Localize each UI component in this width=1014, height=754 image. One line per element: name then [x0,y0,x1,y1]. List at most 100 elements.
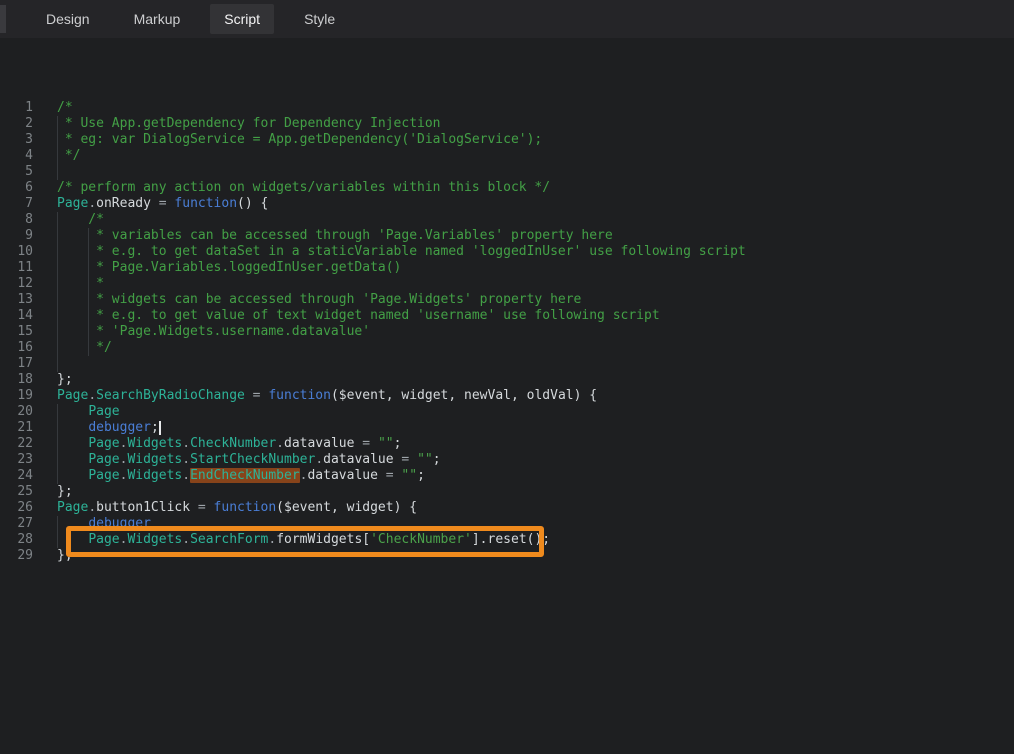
line-number: 26 [0,500,38,516]
code-area[interactable]: 1/*2 * Use App.getDependency for Depende… [0,100,1014,564]
code-line-content[interactable]: Page.button1Click = function($event, wid… [38,500,1014,516]
code-line-content[interactable] [38,164,1014,180]
indent-guide [57,260,58,276]
code-token: button1Click [96,500,190,515]
tab-markup[interactable]: Markup [120,4,195,34]
code-token: function [214,500,277,515]
line-number: 3 [0,132,38,148]
code-line[interactable]: 13 * widgets can be accessed through 'Pa… [0,292,1014,308]
code-token: . [315,452,323,467]
code-line-content[interactable]: /* [38,100,1014,116]
tab-style[interactable]: Style [290,4,349,34]
code-line[interactable]: 28 Page.Widgets.SearchForm.formWidgets['… [0,532,1014,548]
code-line-content[interactable]: Page.Widgets.SearchForm.formWidgets['Che… [38,532,1014,548]
code-line[interactable]: 25}; [0,484,1014,500]
code-line-content[interactable]: * Page.Variables.loggedInUser.getData() [38,260,1014,276]
code-token: * 'Page.Widgets.username.datavalue' [57,324,370,339]
code-line[interactable]: 7Page.onReady = function() { [0,196,1014,212]
code-line-content[interactable]: * 'Page.Widgets.username.datavalue' [38,324,1014,340]
indent-guide [57,532,58,548]
indent-guide [57,516,58,532]
code-line[interactable]: 22 Page.Widgets.CheckNumber.datavalue = … [0,436,1014,452]
code-line[interactable]: 29}; [0,548,1014,564]
code-line-content[interactable]: * e.g. to get dataSet in a staticVariabl… [38,244,1014,260]
code-line[interactable]: 20 Page [0,404,1014,420]
code-line-content[interactable]: * widgets can be accessed through 'Page.… [38,292,1014,308]
code-line-content[interactable] [38,356,1014,372]
code-line-content[interactable]: */ [38,340,1014,356]
code-line-content[interactable]: */ [38,148,1014,164]
code-line[interactable]: 8 /* [0,212,1014,228]
line-number: 6 [0,180,38,196]
tab-script[interactable]: Script [210,4,274,34]
code-line-content[interactable]: /* [38,212,1014,228]
code-line[interactable]: 2 * Use App.getDependency for Dependency… [0,116,1014,132]
code-token: SearchForm [190,532,268,547]
collapsed-panel-strip[interactable] [0,5,6,33]
line-number: 22 [0,436,38,452]
code-line[interactable]: 24 Page.Widgets.EndCheckNumber.datavalue… [0,468,1014,484]
code-line[interactable]: 1/* [0,100,1014,116]
code-line-content[interactable]: Page.onReady = function() { [38,196,1014,212]
code-line[interactable]: 18}; [0,372,1014,388]
code-line-content[interactable]: /* perform any action on widgets/variabl… [38,180,1014,196]
code-line-content[interactable]: }; [38,548,1014,564]
code-token: = [378,468,401,483]
line-number: 11 [0,260,38,276]
indent-guide [57,436,58,452]
code-line[interactable]: 6/* perform any action on widgets/variab… [0,180,1014,196]
indent-guide [57,468,58,484]
line-number: 19 [0,388,38,404]
tab-bar: Design Markup Script Style [0,0,1014,38]
code-line-content[interactable]: Page.Widgets.CheckNumber.datavalue = ""; [38,436,1014,452]
script-code-editor[interactable]: 1/*2 * Use App.getDependency for Depende… [0,38,1014,754]
code-line[interactable]: 23 Page.Widgets.StartCheckNumber.dataval… [0,452,1014,468]
code-line-content[interactable]: * Use App.getDependency for Dependency I… [38,116,1014,132]
code-token: Widgets [127,452,182,467]
code-token: = [354,436,377,451]
code-token: Page [57,196,88,211]
code-line-content[interactable]: * [38,276,1014,292]
code-line[interactable]: 4 */ [0,148,1014,164]
code-token: function [268,388,331,403]
code-line[interactable]: 16 */ [0,340,1014,356]
code-token [57,532,88,547]
code-line-content[interactable]: debugger [38,516,1014,532]
code-line[interactable]: 3 * eg: var DialogService = App.getDepen… [0,132,1014,148]
code-line-content[interactable]: * e.g. to get value of text widget named… [38,308,1014,324]
code-line[interactable]: 14 * e.g. to get value of text widget na… [0,308,1014,324]
code-line[interactable]: 26Page.button1Click = function($event, w… [0,500,1014,516]
line-number: 12 [0,276,38,292]
code-line-content[interactable]: * eg: var DialogService = App.getDepende… [38,132,1014,148]
code-line[interactable]: 27 debugger [0,516,1014,532]
code-line-content[interactable]: Page.Widgets.StartCheckNumber.datavalue … [38,452,1014,468]
code-line[interactable]: 5 [0,164,1014,180]
code-token: Page [88,452,119,467]
code-line-content[interactable]: * variables can be accessed through 'Pag… [38,228,1014,244]
tab-design[interactable]: Design [32,4,104,34]
code-line[interactable]: 19Page.SearchByRadioChange = function($e… [0,388,1014,404]
code-line-content[interactable]: Page [38,404,1014,420]
code-line[interactable]: 21 debugger; [0,420,1014,436]
code-token: SearchByRadioChange [96,388,245,403]
code-line[interactable]: 11 * Page.Variables.loggedInUser.getData… [0,260,1014,276]
line-number: 4 [0,148,38,164]
code-line[interactable]: 9 * variables can be accessed through 'P… [0,228,1014,244]
code-line-content[interactable]: Page.Widgets.EndCheckNumber.datavalue = … [38,468,1014,484]
code-line[interactable]: 10 * e.g. to get dataSet in a staticVari… [0,244,1014,260]
code-line-content[interactable]: Page.SearchByRadioChange = function($eve… [38,388,1014,404]
code-token: . [182,452,190,467]
line-number: 24 [0,468,38,484]
code-line-content[interactable]: }; [38,484,1014,500]
code-line-content[interactable]: debugger; [38,420,1014,436]
code-token: * e.g. to get value of text widget named… [57,308,660,323]
code-line[interactable]: 12 * [0,276,1014,292]
code-token: }; [57,548,73,563]
code-line-content[interactable]: }; [38,372,1014,388]
code-scroller[interactable]: 1/*2 * Use App.getDependency for Depende… [0,38,1014,754]
code-line[interactable]: 17 [0,356,1014,372]
code-token: Page [88,468,119,483]
code-token: ; [151,420,159,435]
line-number: 1 [0,100,38,116]
code-line[interactable]: 15 * 'Page.Widgets.username.datavalue' [0,324,1014,340]
